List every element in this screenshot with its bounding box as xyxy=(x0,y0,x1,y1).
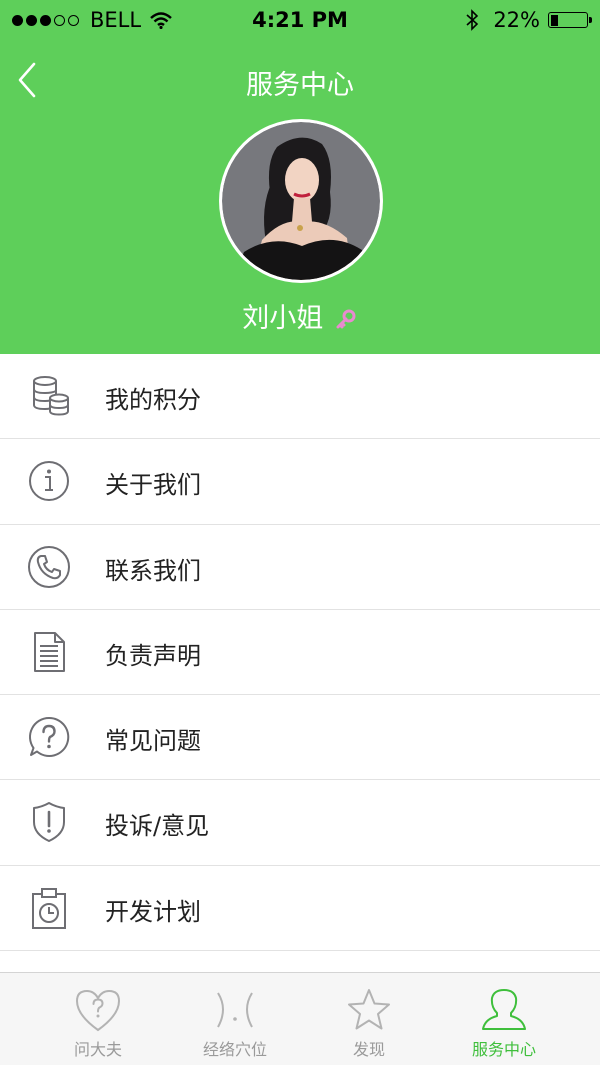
menu-item-about[interactable]: 关于我们 xyxy=(0,439,600,525)
question-bubble-icon xyxy=(29,717,70,758)
battery-icon xyxy=(548,12,592,28)
user-icon xyxy=(482,989,526,1030)
menu-item-disclaimer[interactable]: 负责声明 xyxy=(0,610,600,696)
tab-label: 服务中心 xyxy=(471,1040,536,1059)
menu-item-label: 开发计划 xyxy=(105,897,201,926)
menu-item-label: 关于我们 xyxy=(105,471,201,500)
menu-item-label: 负责声明 xyxy=(105,641,201,670)
menu-item-label: 我的积分 xyxy=(105,386,201,414)
phone-icon xyxy=(28,545,70,588)
heart-question-icon xyxy=(75,989,121,1032)
bluetooth-icon xyxy=(466,9,479,31)
service-menu: 我的积分 关于我们 联系我们 负责声明 常见问题 投诉/意见 开发计划 xyxy=(0,354,600,952)
avatar[interactable] xyxy=(219,119,383,283)
profile-name-row: 刘小姐 xyxy=(0,296,600,335)
menu-item-label: 投诉/意见 xyxy=(105,812,210,841)
status-bar: BELL 4:21 PM 22% xyxy=(0,0,600,42)
tab-label: 经络穴位 xyxy=(202,1040,267,1059)
tab-service-center[interactable]: 服务中心 xyxy=(429,973,579,1066)
tab-label: 发现 xyxy=(352,1040,385,1059)
tab-label: 问大夫 xyxy=(73,1040,122,1059)
status-right: 22% xyxy=(465,8,592,32)
key-icon xyxy=(336,309,356,328)
tab-bar: 问大夫 经络穴位 发现 服务中心 xyxy=(0,972,600,1065)
info-icon xyxy=(29,461,69,502)
battery-level xyxy=(550,14,558,26)
page-title: 服务中心 xyxy=(246,70,354,101)
clipboard-clock-icon xyxy=(32,887,66,929)
menu-item-label: 联系我们 xyxy=(105,556,201,585)
tab-discover[interactable]: 发现 xyxy=(294,973,444,1066)
meridian-face-icon xyxy=(217,992,253,1028)
header: BELL 4:21 PM 22% 服务中心 刘小姐 xyxy=(0,0,600,354)
avatar-photo xyxy=(222,122,380,280)
menu-item-label: 常见问题 xyxy=(105,727,201,756)
menu-item-faq[interactable]: 常见问题 xyxy=(0,695,600,781)
username: 刘小姐 xyxy=(242,303,324,334)
shield-alert-icon xyxy=(33,802,65,843)
menu-item-points[interactable]: 我的积分 xyxy=(0,354,600,440)
menu-item-feedback[interactable]: 投诉/意见 xyxy=(0,780,600,866)
coins-icon xyxy=(33,376,69,416)
battery-percent: 22% xyxy=(493,8,540,32)
tab-meridian-points[interactable]: 经络穴位 xyxy=(160,973,310,1066)
menu-item-dev-plan[interactable]: 开发计划 xyxy=(0,866,600,952)
tab-ask-doctor[interactable]: 问大夫 xyxy=(23,973,173,1066)
star-icon xyxy=(348,989,390,1030)
menu-item-contact[interactable]: 联系我们 xyxy=(0,525,600,610)
document-icon xyxy=(34,631,65,672)
